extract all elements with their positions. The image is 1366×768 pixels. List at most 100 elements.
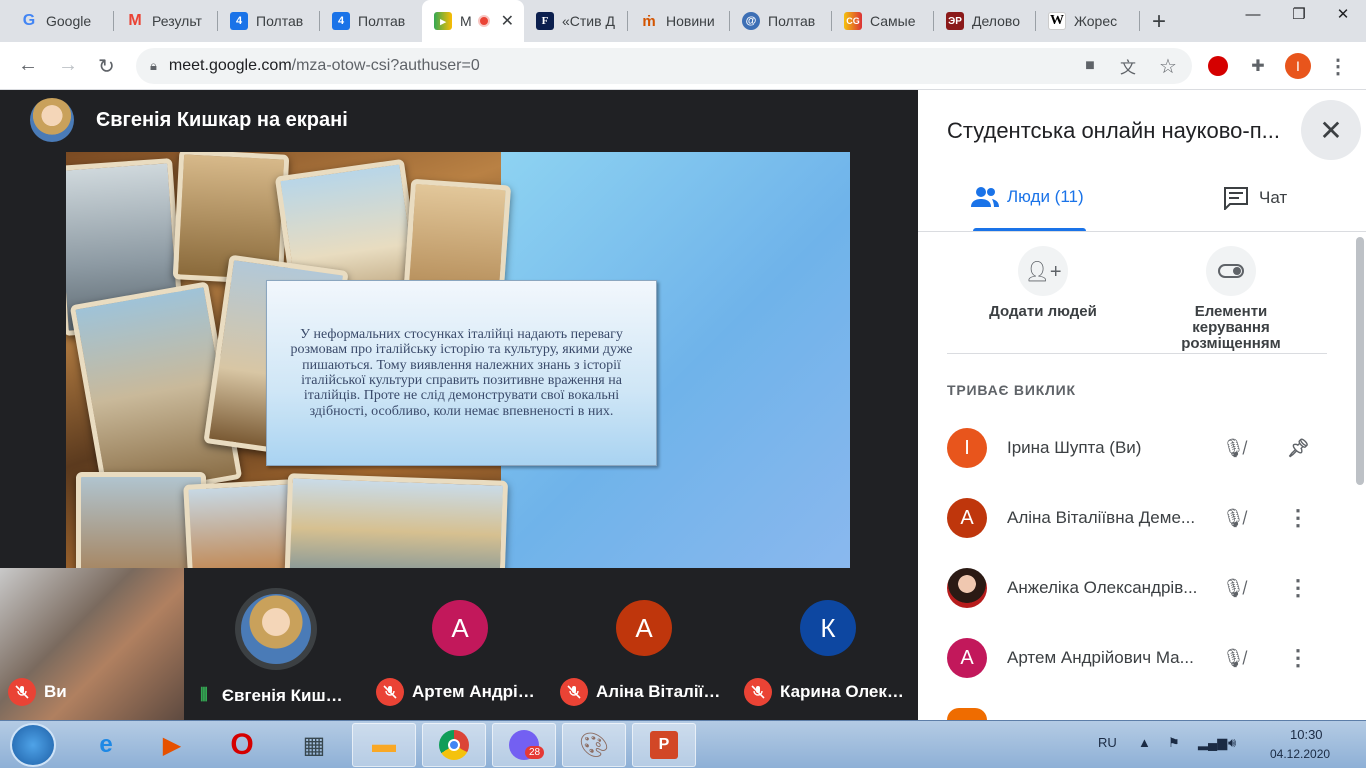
forward-icon[interactable]: → [58,54,78,77]
participant-tile-presenter[interactable]: ⦀ Євгенія Киш… [184,568,368,720]
tab-chat[interactable]: Чат [1223,186,1287,210]
recording-icon [477,15,490,27]
tab-forbes[interactable]: F «Стив Д [524,0,628,42]
flag-icon[interactable]: ⚑ [1168,735,1180,751]
tab-gmail[interactable]: M Результ [114,0,218,42]
participant-strip: Ви ⦀ Євгенія Киш… А Артем Андрі… А Аліна … [0,568,918,720]
tab-meet-active[interactable]: ▸ M ✕ [422,0,524,42]
participant-name: Артем Андрійович Ма... [1007,648,1194,667]
volume-icon[interactable]: 🔊︎ [1228,735,1236,751]
section-heading: ТРИВАЄ ВИКЛИК [947,382,1076,398]
host-controls-button[interactable]: Елементи керування розміщенням [1156,246,1306,351]
tab-chat-label: Чат [1259,188,1288,207]
new-tab-button[interactable]: + [1152,8,1166,36]
extensions-icon[interactable]: ✚ [1246,54,1270,78]
minimize-icon[interactable]: — [1230,0,1276,28]
participant-name: Анжеліка Олександрів... [1007,578,1198,597]
clock-time[interactable]: 10:30 [1290,727,1323,742]
presenter-label: Євгенія Кишкар на екрані [96,108,348,131]
participant-tile-artem[interactable]: А Артем Андрі… [368,568,552,720]
tray-expand-icon[interactable]: ▲ [1138,735,1151,750]
chat-icon [1224,187,1248,210]
participant-avatar-partial [947,708,987,720]
tab-google[interactable]: G Google [8,0,114,42]
ie-icon[interactable]: e [74,723,138,767]
participant-tile-karina[interactable]: К Карина Олек… [736,568,920,720]
participant-avatar: А [616,600,672,656]
more-icon[interactable]: ⋮ [1287,575,1309,601]
calculator-icon[interactable]: ▦ [282,723,346,767]
restore-icon[interactable]: ❐ [1276,0,1322,28]
close-panel-button[interactable]: ✕ [1301,100,1361,160]
translate-icon[interactable]: 文 [1116,54,1140,78]
language-indicator[interactable]: RU [1098,735,1117,750]
tile-name: Карина Олек… [780,682,904,701]
address-bar[interactable]: 🔒︎ meet.google.com/mza-otow-csi?authuser… [136,48,1192,84]
participant-avatar: А [947,638,987,678]
participant-row[interactable]: А Артем Андрійович Ма... 🎙︎̸ ⋮ [947,628,1347,688]
mic-off-icon: 🎙︎̸ [1222,507,1245,528]
calendar-icon: 4 [332,12,350,30]
participant-row[interactable]: Анжеліка Олександрів... 🎙︎̸ ⋮ [947,558,1347,618]
speaking-icon: ⦀ [200,685,208,705]
slide-text-box: У неформальних стосунках італійці надают… [266,280,657,466]
media-player-icon[interactable]: ▶ [140,723,204,767]
chrome-icon[interactable] [422,723,486,767]
gmail-icon: M [128,12,142,29]
more-icon[interactable]: ⋮ [1287,645,1309,671]
pin-icon[interactable]: 📌︎ [1287,438,1310,459]
news-icon: ṁ [642,12,656,30]
camera-icon[interactable]: ■ [1078,54,1102,78]
more-icon[interactable]: ⋮ [1287,505,1309,531]
opera-icon[interactable]: O [210,723,274,767]
tab-people-label: Люди (11) [1007,187,1084,206]
self-video-tile[interactable]: Ви [0,568,184,720]
network-icon[interactable]: ▂▄▆ [1198,735,1227,751]
tab-samye[interactable]: CG Самые [832,0,934,42]
paint-icon[interactable]: 🎨︎ [562,723,626,767]
participant-tile-alina[interactable]: А Аліна Віталії… [552,568,736,720]
tab-delovoy[interactable]: ЭР Делово [934,0,1036,42]
viber-icon[interactable]: 28 [492,723,556,767]
tab-wikipedia[interactable]: W Жорес [1036,0,1140,42]
explorer-icon[interactable]: ▬ [352,723,416,767]
poltava-icon: @ [742,12,760,30]
host-controls-label: Елементи керування розміщенням [1181,303,1281,352]
panel-scrollbar[interactable] [1356,237,1364,485]
participant-avatar [947,568,987,608]
tab-calendar-2[interactable]: 4 Полтав [320,0,422,42]
tab-calendar-1[interactable]: 4 Полтав [218,0,320,42]
tab-people[interactable]: Люди (11) [971,186,1084,208]
tab-poltava[interactable]: @ Полтав [730,0,832,42]
back-icon[interactable]: ← [18,54,38,77]
participant-avatar: А [947,498,987,538]
meeting-title: Студентська онлайн науково-п... [947,118,1280,143]
participant-row[interactable]: А Аліна Віталіївна Деме... 🎙︎̸ ⋮ [947,488,1347,548]
add-person-icon: 👤︎+ [1018,246,1068,296]
samye-icon: CG [844,12,862,30]
tile-name: Артем Андрі… [412,682,535,701]
browser-tab-strip: G Google M Результ 4 Полтав 4 Полтав ▸ M ✕ F «С… [0,0,1366,42]
add-people-button[interactable]: 👤︎+ Додати людей [968,246,1118,320]
tab-news[interactable]: ṁ Новини [628,0,730,42]
url-path: /mza-otow-csi?authuser=0 [291,57,480,74]
calendar-icon: 4 [230,12,248,30]
google-icon: G [22,12,36,29]
adblock-icon[interactable] [1206,54,1230,78]
url-host: meet.google.com [168,57,292,74]
browser-menu-icon[interactable]: ⋮ [1326,54,1350,78]
clock-date[interactable]: 04.12.2020 [1270,747,1330,761]
browser-toolbar: ← → ↻ 🔒︎ meet.google.com/mza-otow-csi?au… [0,42,1366,90]
start-button[interactable] [10,723,56,767]
profile-avatar[interactable]: І [1285,53,1311,79]
reload-icon[interactable]: ↻ [98,54,115,79]
bookmark-star-icon[interactable]: ☆ [1156,54,1180,78]
powerpoint-icon[interactable]: P [632,723,696,767]
lock-icon: 🔒︎ [150,58,157,73]
close-window-icon[interactable]: ✕ [1320,0,1366,28]
meeting-stage: Євгенія Кишкар на екрані У неформальних … [0,90,918,720]
presenter-tile-avatar [235,588,317,670]
participant-row[interactable]: І Ірина Шупта (Ви) 🎙︎̸ 📌︎ [947,418,1347,478]
delovoy-icon: ЭР [946,12,964,30]
close-tab-icon[interactable]: ✕ [501,11,514,31]
